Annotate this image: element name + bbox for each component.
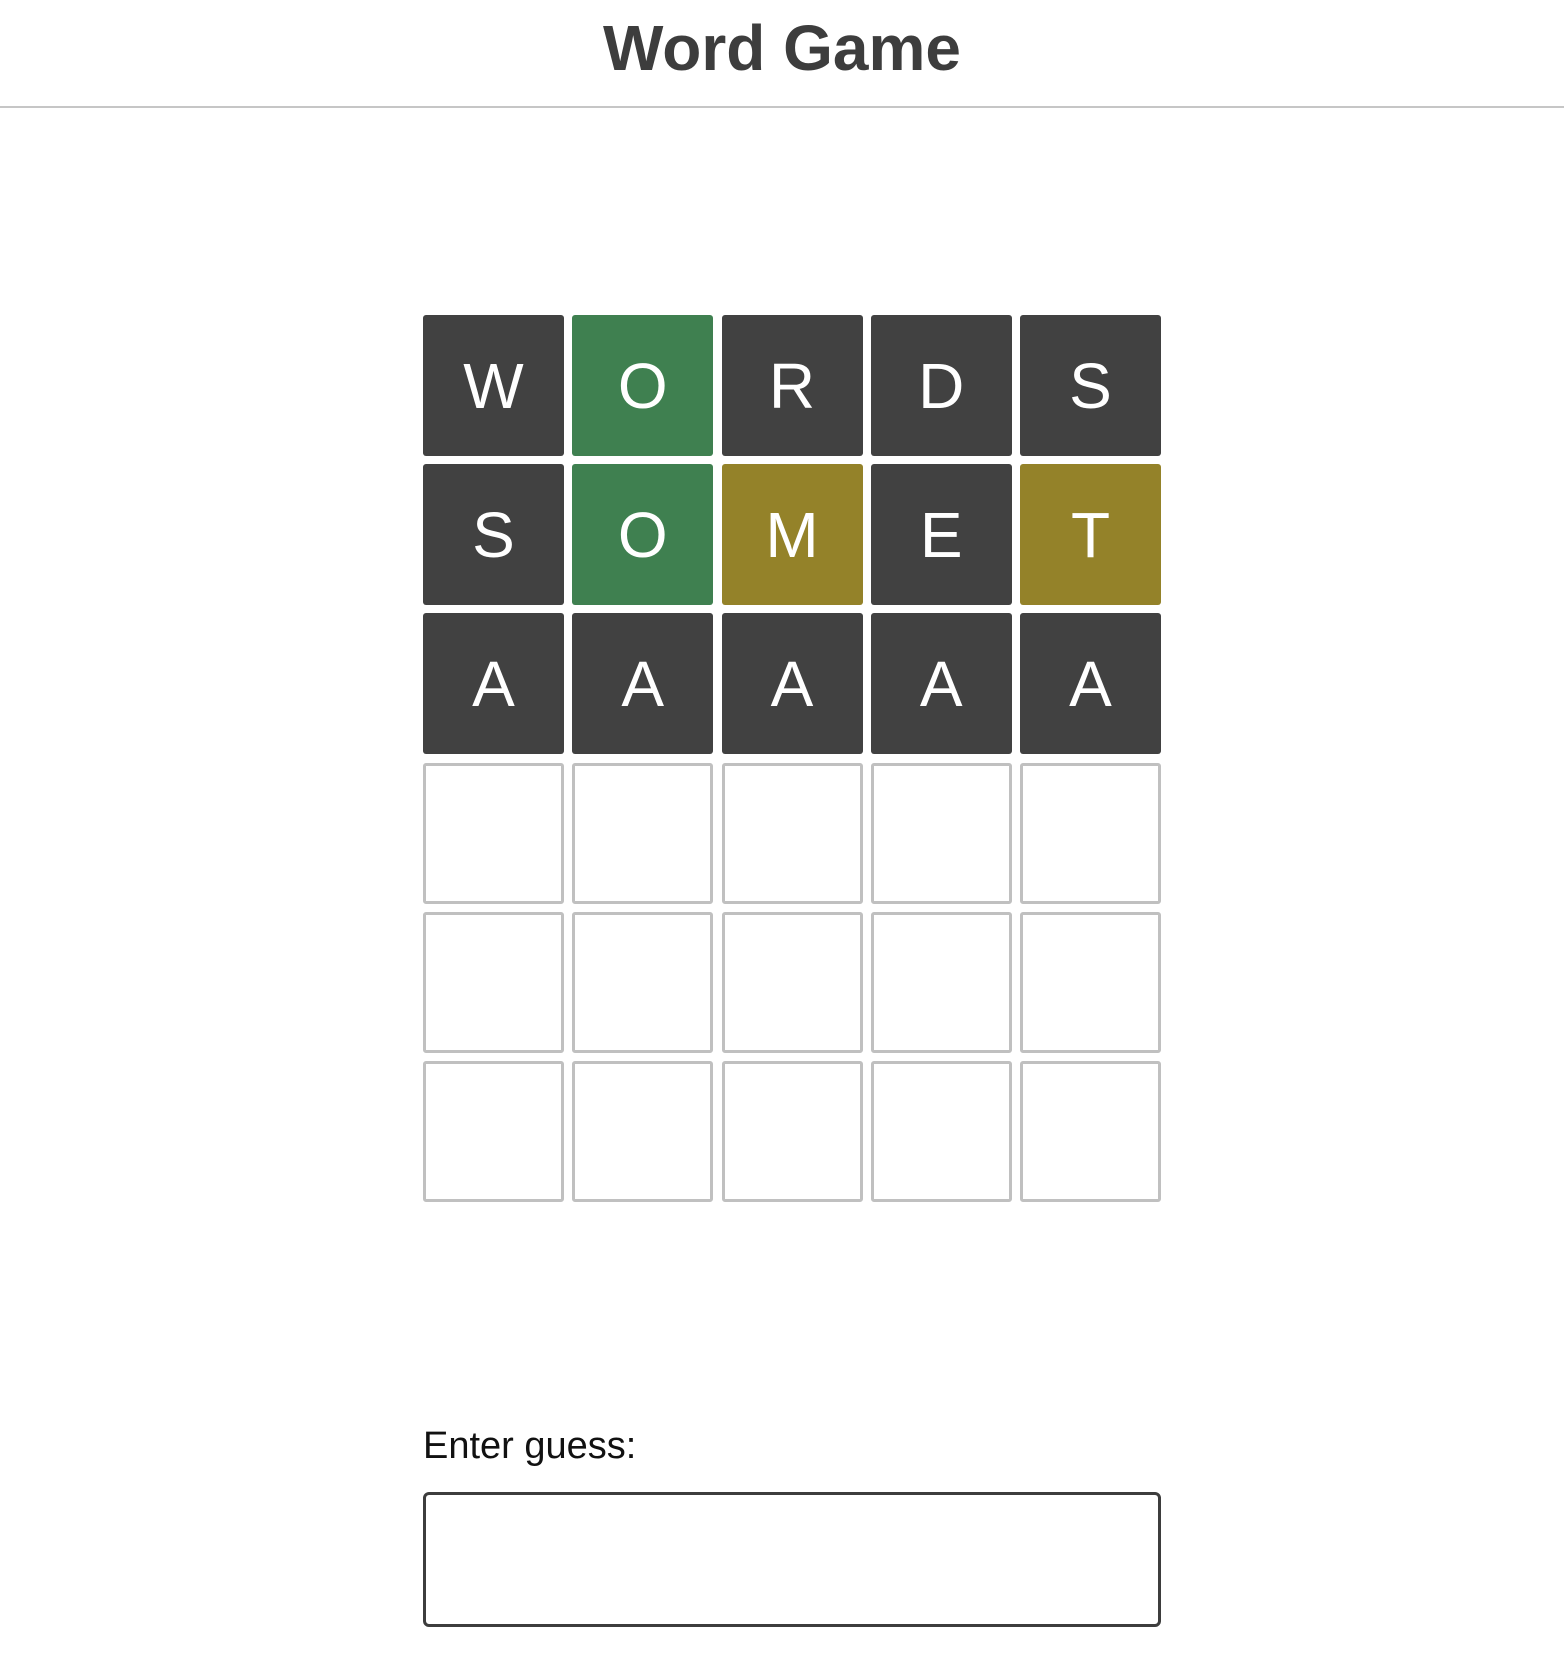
empty-tile [572, 1060, 714, 1202]
letter-tile-absent: A [423, 613, 564, 755]
letter-tile-absent: A [1020, 613, 1161, 755]
empty-tile [1020, 911, 1161, 1053]
page-title: Word Game [603, 12, 961, 84]
letter-tile-present: M [721, 464, 863, 606]
empty-tile [1020, 1060, 1161, 1202]
empty-tile [423, 1060, 564, 1202]
empty-tile [870, 911, 1012, 1053]
empty-tile [870, 1060, 1012, 1202]
guess-input[interactable] [423, 1492, 1161, 1627]
letter-tile-absent: E [870, 464, 1012, 606]
empty-tile [572, 762, 714, 904]
letter-tile-correct: O [572, 464, 714, 606]
letter-tile-correct: O [572, 315, 714, 456]
empty-tile [721, 762, 863, 904]
header: Word Game [0, 0, 1564, 108]
empty-tile [572, 911, 714, 1053]
letter-tile-present: T [1020, 464, 1161, 606]
letter-tile-absent: A [572, 613, 714, 755]
letter-tile-absent: W [423, 315, 564, 456]
empty-tile [721, 1060, 863, 1202]
empty-tile [870, 762, 1012, 904]
letter-tile-absent: S [423, 464, 564, 606]
letter-tile-absent: D [870, 315, 1012, 456]
letter-tile-absent: A [721, 613, 863, 755]
guess-label: Enter guess: [423, 1425, 637, 1467]
empty-tile [1020, 762, 1161, 904]
letter-tile-absent: A [870, 613, 1012, 755]
empty-tile [423, 911, 564, 1053]
empty-tile [423, 762, 564, 904]
letter-tile-absent: S [1020, 315, 1161, 456]
letter-tile-absent: R [721, 315, 863, 456]
empty-tile [721, 911, 863, 1053]
game-board: WORDSSOMETAAAAA [423, 315, 1161, 1202]
